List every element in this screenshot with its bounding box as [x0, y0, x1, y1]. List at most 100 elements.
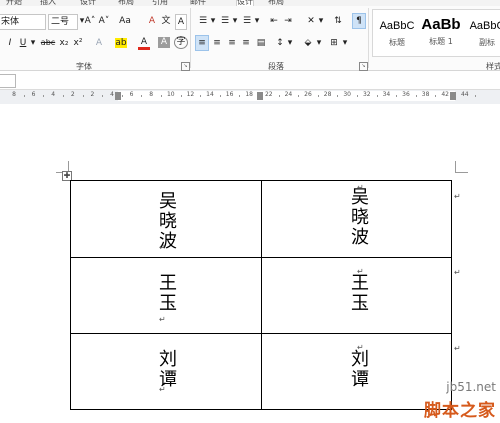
decrease-indent-icon[interactable]: ⇤: [268, 14, 280, 28]
enclose-characters-icon[interactable]: 字: [174, 36, 188, 49]
table-cell-text[interactable]: 刘谭: [345, 349, 371, 389]
borders-dropdown-icon[interactable]: ▾: [342, 36, 348, 50]
align-left-icon[interactable]: ≡: [195, 35, 209, 51]
table-cell-text[interactable]: 吴晓波: [153, 191, 179, 251]
paragraph-dialog-launcher-icon[interactable]: ↘: [359, 62, 368, 71]
justify-icon[interactable]: ≡: [240, 36, 252, 50]
highlight-label: ab: [115, 38, 127, 48]
ruler-tick-label: 36: [402, 91, 410, 98]
align-right-icon[interactable]: ≡: [226, 36, 238, 50]
change-case-icon[interactable]: Aa: [116, 14, 134, 28]
table-cell-text[interactable]: 吴晓波: [345, 187, 371, 247]
ruler-tick-label: 44: [460, 91, 469, 98]
font-name-box[interactable]: 宋体: [0, 14, 46, 30]
chinese-layout-dropdown-icon[interactable]: ▾: [318, 14, 324, 28]
ruler-tick-label: 18: [245, 91, 254, 98]
character-border-icon[interactable]: A: [175, 14, 187, 30]
style-preview: AaBbC: [379, 20, 415, 32]
font-color-icon[interactable]: A: [138, 36, 150, 50]
phonetic-guide-icon[interactable]: 文: [160, 14, 172, 28]
shading-icon[interactable]: ⬙: [302, 36, 314, 50]
style-name: 副标: [479, 38, 495, 47]
table-cell-text[interactable]: 王玉: [345, 273, 371, 313]
style-preview: AaBb: [421, 16, 461, 33]
crop-mark: [456, 172, 468, 173]
style-name: 标题 1: [429, 37, 453, 46]
chinese-layout-icon[interactable]: ✕: [304, 14, 318, 28]
ruler-tick: [239, 95, 241, 97]
ribbon-separator: [190, 8, 191, 68]
superscript-button[interactable]: x²: [72, 36, 84, 50]
shrink-font-icon[interactable]: A˅: [98, 14, 110, 28]
character-shading-icon[interactable]: A: [158, 37, 170, 48]
ruler-tick: [82, 95, 84, 97]
column-marker-icon[interactable]: [257, 92, 263, 100]
end-of-row-mark: ↵: [454, 192, 461, 201]
font-size-box[interactable]: 二号: [48, 14, 78, 30]
ruler-tick: [376, 95, 378, 97]
underline-dropdown-icon[interactable]: ▾: [30, 36, 36, 50]
ruler-tick-label: 24: [284, 91, 293, 98]
paragraph-mark: ↵: [159, 385, 166, 394]
bullets-dropdown-icon[interactable]: ▾: [210, 14, 216, 28]
ruler-tick: [357, 95, 358, 97]
site-watermark: jb51.net 脚本之家: [415, 378, 500, 423]
style-subtitle[interactable]: AaBbC 副标: [465, 12, 500, 54]
ruler-tick: [317, 95, 319, 97]
ruler-tick-label: 16: [225, 91, 234, 98]
ruler-tick-label: 2: [90, 91, 95, 98]
ruler-tick: [180, 95, 182, 97]
left-indent-marker-icon[interactable]: [115, 92, 121, 100]
increase-indent-icon[interactable]: ⇥: [282, 14, 294, 28]
right-indent-marker-icon[interactable]: [450, 92, 456, 100]
ribbon-separator: [368, 8, 369, 68]
numbering-dropdown-icon[interactable]: ▾: [232, 14, 238, 28]
subscript-button[interactable]: x₂: [58, 36, 70, 50]
multilevel-dropdown-icon[interactable]: ▾: [254, 14, 260, 28]
ruler-tick-label: 32: [362, 91, 371, 98]
ruler-tick: [141, 95, 143, 97]
highlight-color-icon[interactable]: ab: [114, 36, 128, 50]
table-column-border: [261, 181, 262, 409]
name-box[interactable]: [0, 74, 16, 88]
end-of-row-mark: ↵: [454, 268, 461, 277]
italic-button[interactable]: I: [6, 36, 14, 50]
align-center-icon[interactable]: ≡: [211, 36, 223, 50]
font-dialog-launcher-icon[interactable]: ↘: [181, 62, 190, 71]
strikethrough-button[interactable]: abc: [40, 36, 56, 50]
ruler-tick: [161, 95, 162, 97]
sort-icon[interactable]: ⇅: [332, 14, 344, 28]
line-spacing-dropdown-icon[interactable]: ▾: [287, 36, 293, 50]
ruler-tick: [474, 95, 476, 97]
show-marks-icon[interactable]: ¶: [352, 13, 366, 29]
distributed-icon[interactable]: ▤: [255, 36, 267, 50]
ruler-tick-label: 34: [382, 91, 391, 98]
ruler-tick: [298, 95, 300, 97]
ruler-tick: [200, 95, 202, 97]
style-title[interactable]: AaBbC 标题: [375, 12, 419, 54]
grow-font-icon[interactable]: A˄: [84, 14, 96, 28]
ruler-tick: [23, 95, 25, 97]
ruler-tick: [102, 95, 104, 97]
paragraph-mark: ↵: [159, 315, 166, 324]
text-effects-icon[interactable]: A: [92, 36, 106, 50]
borders-icon[interactable]: ⊞: [328, 36, 340, 50]
document-table[interactable]: 吴晓波 吴晓波 王玉 王玉 刘谭 刘谭 ↵ ↵ ↵ ↵ ↵ ↵: [70, 180, 452, 410]
styles-gallery: AaBbC 标题 AaBb 标题 1 AaBbC 副标: [372, 9, 500, 57]
ruler-tick-label: 4: [51, 91, 56, 98]
underline-button[interactable]: U: [18, 36, 28, 50]
shading-dropdown-icon[interactable]: ▾: [316, 36, 322, 50]
multilevel-list-icon[interactable]: ☰: [240, 14, 254, 28]
bullets-icon[interactable]: ☰: [196, 14, 210, 28]
ruler-tick-label: 22: [264, 91, 273, 98]
table-cell-text[interactable]: 王玉: [153, 273, 179, 313]
paragraph-mark: ↵: [159, 243, 166, 252]
numbering-icon[interactable]: ☰: [218, 14, 232, 28]
table-cell-text[interactable]: 刘谭: [153, 349, 179, 389]
ruler-tick-label: 6: [129, 91, 134, 98]
clear-format-icon[interactable]: A: [146, 14, 158, 28]
style-heading-1[interactable]: AaBb 标题 1: [419, 12, 463, 54]
line-spacing-icon[interactable]: ↕: [274, 36, 286, 50]
ruler-tick: [415, 95, 417, 97]
formula-row: [0, 71, 500, 89]
